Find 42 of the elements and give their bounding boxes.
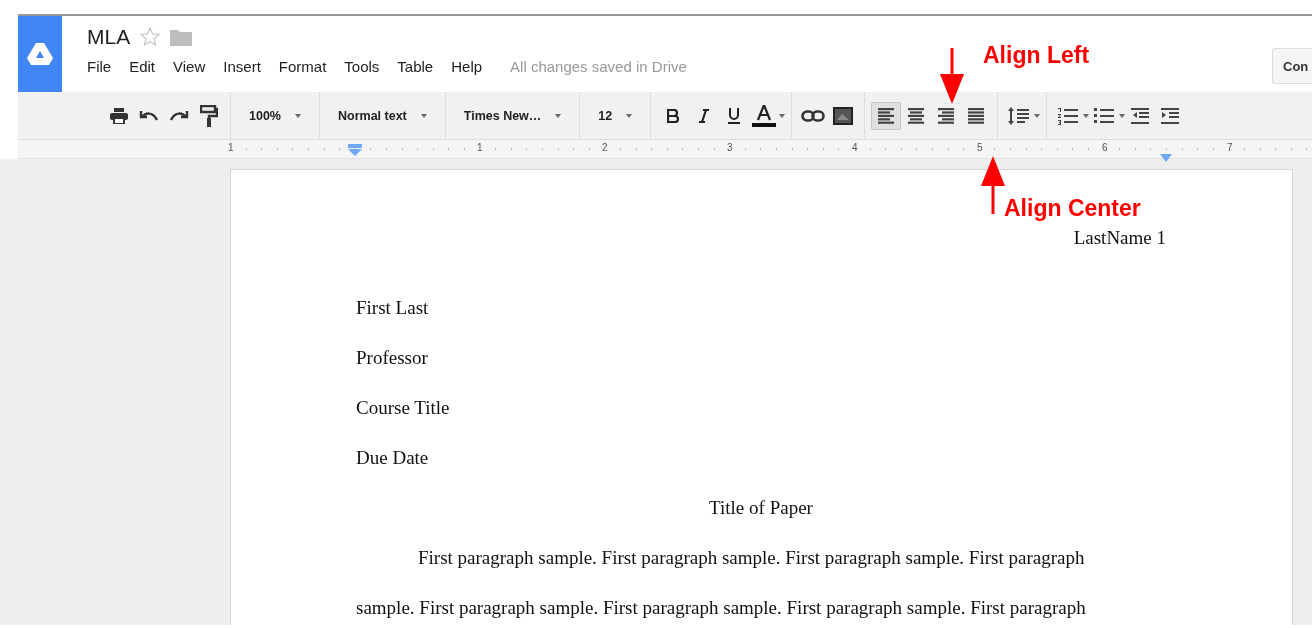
font-dropdown[interactable]: Times New… bbox=[451, 101, 574, 130]
ruler-number: 6 bbox=[1100, 142, 1110, 153]
ruler-number: 2 bbox=[600, 142, 610, 153]
menu-item[interactable]: View bbox=[164, 58, 215, 75]
document-text: Professor bbox=[356, 347, 428, 368]
menu-item[interactable]: Insert bbox=[214, 58, 270, 75]
ruler-number: 1 bbox=[475, 142, 485, 153]
ruler-number: 3 bbox=[725, 142, 735, 153]
drive-logo-icon[interactable] bbox=[18, 16, 62, 92]
document-text: sample. First paragraph sample. First paragraph sample. First paragraph sample. First paragraph bbox=[356, 597, 1086, 618]
page-header: LastName 1 bbox=[1072, 227, 1166, 249]
menu-item[interactable]: Tools bbox=[335, 58, 389, 75]
share-button[interactable]: Con bbox=[1272, 48, 1312, 84]
document-text: Course Title bbox=[356, 397, 450, 418]
annotation-arrow bbox=[981, 156, 1005, 214]
document-text: Due Date bbox=[356, 447, 429, 468]
align-left-icon[interactable] bbox=[871, 101, 902, 130]
menu-item[interactable]: Edit bbox=[120, 58, 165, 75]
menu-item[interactable]: File bbox=[87, 58, 121, 75]
ruler-number: 1 bbox=[226, 142, 236, 153]
caret-icon[interactable] bbox=[1119, 113, 1126, 118]
menu-item[interactable]: Help bbox=[442, 58, 492, 75]
ruler-number: 4 bbox=[850, 142, 860, 153]
caret-icon[interactable] bbox=[779, 113, 786, 118]
style-dropdown[interactable]: Normal text bbox=[326, 101, 439, 130]
menu-item[interactable]: Table bbox=[388, 58, 443, 75]
ruler-number: 7 bbox=[1225, 142, 1235, 153]
caret-icon[interactable] bbox=[1083, 113, 1090, 118]
document-title[interactable]: MLA bbox=[87, 25, 131, 49]
save-status: All changes saved in Drive bbox=[509, 58, 688, 75]
annotation-label: Align Center bbox=[1004, 195, 1141, 222]
annotation-arrow bbox=[940, 48, 964, 104]
caret-icon[interactable] bbox=[1034, 113, 1041, 118]
annotation-label: Align Left bbox=[983, 42, 1090, 69]
star-icon[interactable] bbox=[140, 27, 161, 47]
document-text: First paragraph sample. First paragraph sample. First paragraph sample. First paragraph bbox=[418, 547, 1085, 568]
document-text: First Last bbox=[356, 297, 429, 318]
menu-item[interactable]: Format bbox=[269, 58, 336, 75]
document-text: Title of Paper bbox=[709, 497, 813, 518]
ruler-number: 5 bbox=[975, 142, 985, 153]
zoom-dropdown[interactable]: 100% bbox=[237, 101, 313, 130]
font-size-dropdown[interactable]: 12 bbox=[586, 101, 645, 130]
